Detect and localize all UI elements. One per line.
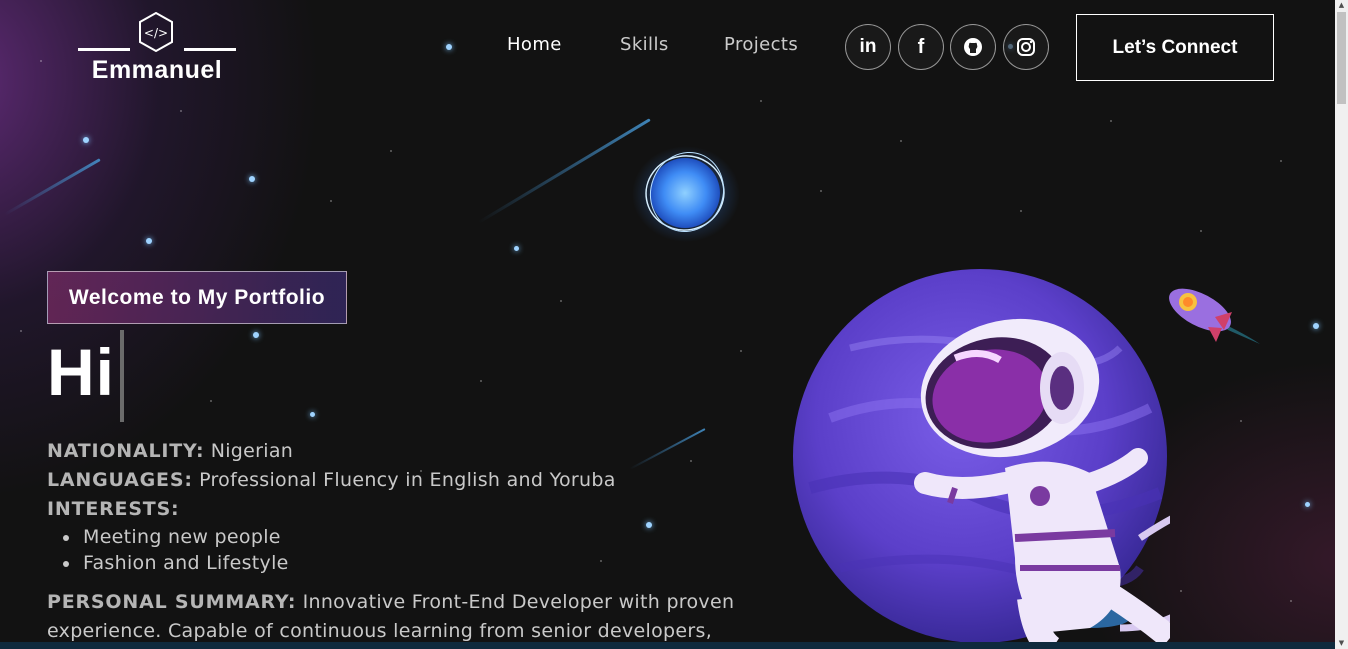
star <box>1313 323 1319 329</box>
page-scrollbar[interactable]: ▲ ▼ <box>1335 0 1348 649</box>
dust-star <box>330 200 332 202</box>
instagram-button[interactable] <box>1003 24 1049 70</box>
welcome-tagline: Welcome to My Portfolio <box>47 271 347 324</box>
code-icon: </> <box>139 12 173 52</box>
star <box>1305 502 1310 507</box>
dust-star <box>560 300 562 302</box>
meteor-streak <box>477 118 651 224</box>
nav-projects-link[interactable]: Projects <box>724 34 798 55</box>
star <box>514 246 519 251</box>
dust-star <box>40 60 42 62</box>
summary-row: PERSONAL SUMMARY: Innovative Front-End D… <box>47 588 737 646</box>
scroll-thumb[interactable] <box>1337 12 1346 104</box>
facebook-icon: f <box>917 35 925 58</box>
rocket-illustration <box>1169 288 1260 344</box>
star <box>146 238 152 244</box>
languages-value: Professional Fluency in English and Yoru… <box>199 469 616 491</box>
dust-star <box>180 110 182 112</box>
dust-star <box>900 140 902 142</box>
blue-planet-illustration <box>632 146 740 242</box>
interests-list: Meeting new people Fashion and Lifestyle <box>63 524 737 576</box>
facebook-button[interactable]: f <box>898 24 944 70</box>
star <box>446 44 452 50</box>
logo-divider <box>184 48 236 51</box>
star <box>253 332 259 338</box>
dust-star <box>210 400 212 402</box>
greeting-heading: Hi <box>47 335 115 409</box>
dust-star <box>1180 590 1182 592</box>
languages-row: LANGUAGES: Professional Fluency in Engli… <box>47 466 737 495</box>
typing-caret <box>120 330 124 422</box>
star <box>83 137 89 143</box>
interest-item: Fashion and Lifestyle <box>63 550 737 576</box>
linkedin-icon: in <box>859 36 877 57</box>
dust-star <box>1240 420 1242 422</box>
meteor-streak <box>3 158 101 216</box>
nav-home-link[interactable]: Home <box>507 34 562 55</box>
brand-logo[interactable]: </> Emmanuel <box>78 12 236 88</box>
github-button[interactable] <box>950 24 996 70</box>
scroll-up-arrow-icon[interactable]: ▲ <box>1336 0 1347 11</box>
dust-star <box>480 380 482 382</box>
github-icon <box>964 38 982 56</box>
nationality-row: NATIONALITY: Nigerian <box>47 437 737 466</box>
dust-star <box>820 190 822 192</box>
interest-item: Meeting new people <box>63 524 737 550</box>
instagram-icon <box>1017 38 1035 56</box>
dust-star <box>740 350 742 352</box>
taskbar-strip <box>0 642 1335 649</box>
astronaut-planet-illustration <box>793 269 1170 649</box>
summary-label: PERSONAL SUMMARY: <box>47 591 297 613</box>
dust-star <box>1200 230 1202 232</box>
dust-star <box>20 330 22 332</box>
nav-skills-link[interactable]: Skills <box>620 34 669 55</box>
dust-star <box>760 100 762 102</box>
interests-row: INTERESTS: <box>47 495 737 524</box>
scroll-down-arrow-icon[interactable]: ▼ <box>1336 638 1347 649</box>
dust-star <box>390 150 392 152</box>
brand-name: Emmanuel <box>91 56 223 84</box>
dust-star <box>1280 160 1282 162</box>
dust-star <box>1020 210 1022 212</box>
dust-star <box>1290 600 1292 602</box>
personal-info: NATIONALITY: Nigerian LANGUAGES: Profess… <box>47 437 737 646</box>
logo-divider <box>78 48 130 51</box>
languages-label: LANGUAGES: <box>47 469 193 491</box>
star <box>249 176 255 182</box>
dust-star <box>1110 120 1112 122</box>
interests-label: INTERESTS: <box>47 498 180 520</box>
star <box>310 412 315 417</box>
nationality-value: Nigerian <box>210 440 294 462</box>
nationality-label: NATIONALITY: <box>47 440 205 462</box>
lets-connect-button[interactable]: Let’s Connect <box>1076 14 1274 81</box>
logo-symbol: </> <box>144 26 168 40</box>
linkedin-button[interactable]: in <box>845 24 891 70</box>
